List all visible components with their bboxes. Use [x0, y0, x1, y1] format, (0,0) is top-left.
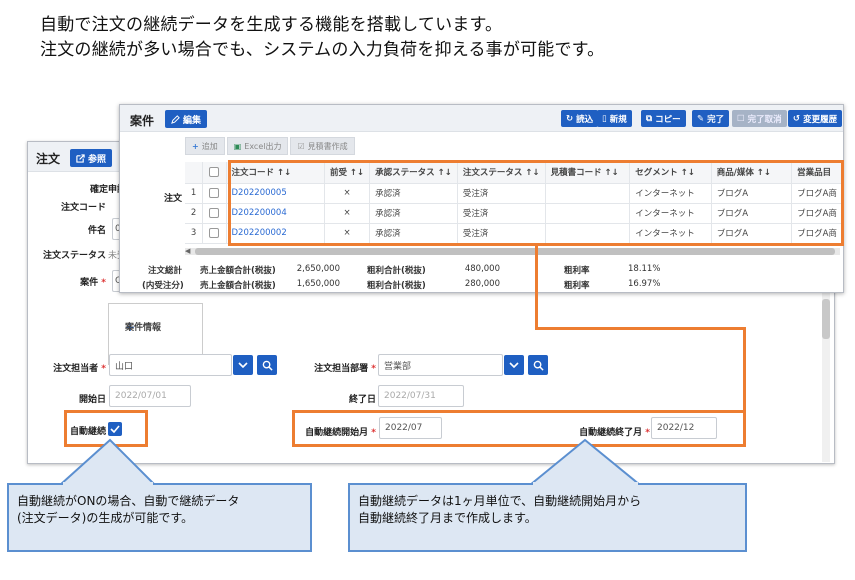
callout-left-line-2: (注文データ)の生成が可能です。 [17, 511, 194, 525]
callout-left-line-1: 自動継続がONの場合、自動で継続データ [17, 494, 240, 508]
stage: 自動で注文の継続データを生成する機能を搭載しています。 注文の継続が多い場合でも… [0, 0, 855, 580]
callout-pointer-left [57, 438, 158, 486]
callout-seam-left [63, 482, 153, 486]
callout-right: 自動継続データは1ヶ月単位で、自動継続開始月から 自動継続終了月まで作成します。 [348, 483, 747, 552]
callout-right-line-1: 自動継続データは1ヶ月単位で、自動継続開始月から [358, 494, 642, 508]
callout-left: 自動継続がONの場合、自動で継続データ (注文データ)の生成が可能です。 [7, 483, 312, 552]
callout-right-line-2: 自動継続終了月まで作成します。 [358, 511, 537, 525]
callout-seam-right [533, 482, 638, 486]
callout-pointer-right [527, 438, 643, 486]
